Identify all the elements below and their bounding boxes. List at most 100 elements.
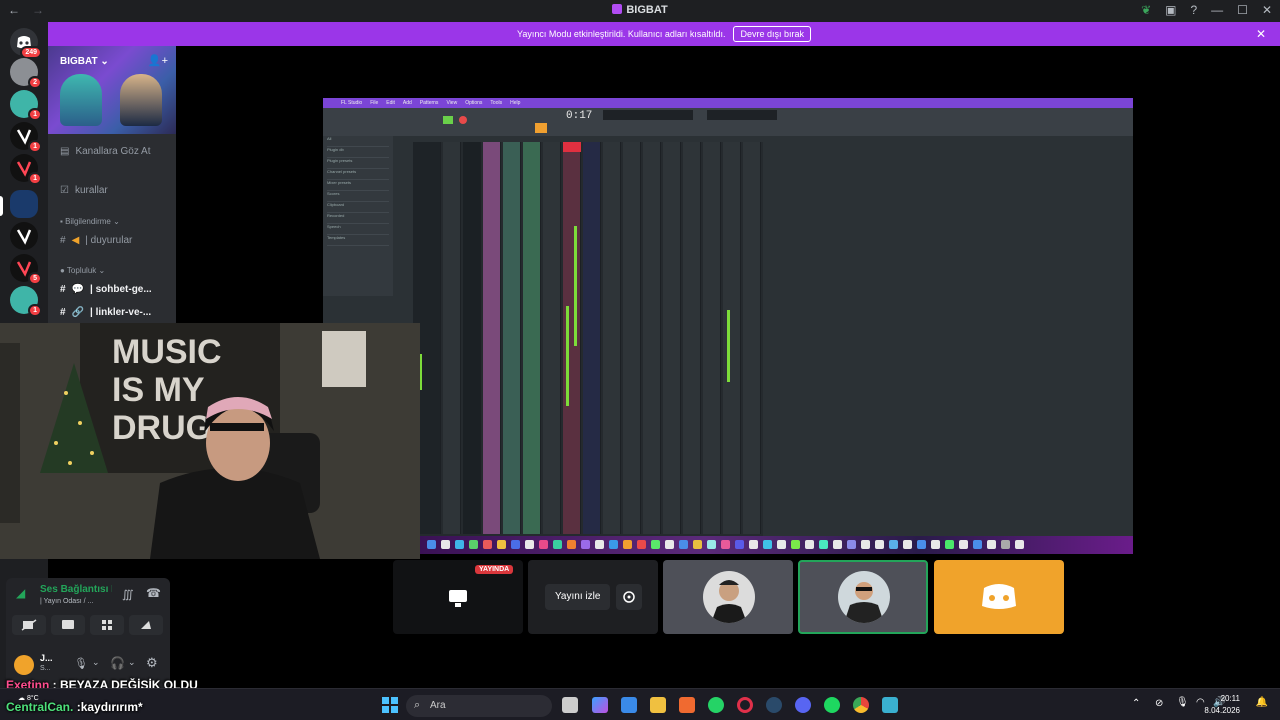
forward-arrow-icon[interactable]: → [32, 3, 44, 17]
notepad-icon[interactable] [882, 697, 898, 713]
disconnect-icon[interactable]: ☎ [146, 586, 161, 600]
camera-toggle-button[interactable] [12, 615, 46, 635]
spotify-icon[interactable] [824, 697, 840, 713]
back-arrow-icon[interactable]: ← [8, 3, 20, 17]
server-icon[interactable]: 1 [10, 154, 42, 185]
steam-icon[interactable] [766, 697, 782, 713]
mixer-strip [723, 142, 741, 534]
discord-taskbar-icon[interactable] [795, 697, 811, 713]
screen-share-tile[interactable]: YAYINDA [393, 560, 523, 634]
dock-app-icon [945, 540, 954, 549]
participant-tile-discord[interactable] [934, 560, 1064, 634]
server-icon-bigbat[interactable] [10, 190, 38, 218]
dock-app-icon [791, 540, 800, 549]
search-placeholder: Ara [430, 700, 446, 711]
store-icon[interactable] [621, 697, 637, 713]
nav-buttons: ← → [8, 3, 44, 17]
user-name[interactable]: J... [40, 653, 53, 663]
hash-icon: # [60, 284, 66, 295]
invite-people-icon[interactable]: 👤+ [148, 54, 168, 67]
server-icon[interactable]: 1 [10, 90, 42, 121]
screen-share-button[interactable] [51, 615, 85, 635]
task-view-icon[interactable] [562, 697, 578, 713]
microphone-tray-icon[interactable]: 🎙 [1176, 697, 1189, 708]
channel-duyurular[interactable]: # ◀ | duyurular [60, 235, 132, 246]
mac-dock [419, 536, 1133, 554]
dock-app-icon [623, 540, 632, 549]
microphone-icon[interactable]: 🎙 [74, 657, 88, 670]
chrome-icon[interactable] [853, 697, 869, 713]
voice-status[interactable]: Ses Bağlantısı Kuruldu [40, 584, 112, 595]
start-button[interactable] [382, 697, 398, 713]
headphones-icon[interactable]: 🎧 [110, 656, 125, 670]
screen-share-video[interactable]: FL Studio File Edit Add Patterns View Op… [323, 98, 1133, 554]
mixer-strip [503, 142, 521, 534]
whatsapp-icon[interactable] [708, 697, 724, 713]
fl-menu-item: Help [510, 100, 521, 106]
channel-label: Kanallara Göz At [75, 146, 151, 157]
taskbar-search[interactable]: ⌕ Ara [406, 695, 552, 717]
fl-record-button [459, 116, 467, 124]
activities-button[interactable] [90, 615, 124, 635]
chevron-down-icon: ⌄ [100, 56, 109, 67]
participant-tile-speaking[interactable] [798, 560, 928, 634]
fl-browser-item: Speech [327, 224, 389, 235]
dock-app-icon [973, 540, 982, 549]
svg-text:IS MY: IS MY [112, 371, 205, 409]
inbox-icon[interactable]: ▣ [1165, 3, 1176, 17]
screen-share-icon [62, 620, 74, 629]
notification-bell-icon[interactable]: 🔔 [1256, 697, 1268, 708]
fl-menu-item: File [370, 100, 379, 106]
direct-messages-button[interactable]: 249 [10, 28, 42, 59]
dock-app-icon [721, 540, 730, 549]
close-button[interactable]: ✕ [1262, 3, 1272, 17]
nitro-leaf-icon[interactable]: ❦ [1141, 3, 1151, 17]
copilot-icon[interactable] [592, 697, 608, 713]
dock-app-icon [875, 540, 884, 549]
minimize-button[interactable]: — [1211, 3, 1223, 17]
category-bilgilendirme[interactable]: ▪ Bilgilendirme ⌄ [60, 217, 120, 226]
maximize-button[interactable]: ☐ [1237, 3, 1248, 17]
file-explorer-icon[interactable] [650, 697, 666, 713]
chevron-down-icon[interactable]: ⌄ [92, 657, 100, 668]
participant-tile[interactable] [663, 560, 793, 634]
speech-bubble-icon: 💬 [71, 284, 85, 295]
chevron-down-icon[interactable]: ⌄ [128, 657, 136, 668]
window-controls: ❦ ▣ ? — ☐ ✕ [1141, 3, 1272, 17]
browse-channels-item[interactable]: ▤ Kanallara Göz At [60, 146, 151, 157]
participant-avatar [703, 571, 755, 623]
server-icon[interactable]: 5 [10, 254, 42, 285]
tray-app-icon[interactable]: ⊘ [1155, 698, 1163, 709]
refresh-stream-icon[interactable] [616, 584, 642, 610]
noise-suppression-icon[interactable]: ∭ [122, 588, 134, 601]
opera-icon[interactable] [737, 697, 753, 713]
dock-app-icon [679, 540, 688, 549]
category-topluluk[interactable]: ● Topluluk ⌄ [60, 266, 105, 275]
server-name[interactable]: BIGBAT ⌄ [60, 56, 109, 67]
brave-icon[interactable] [679, 697, 695, 713]
disable-streamer-mode-button[interactable]: Devre dışı bırak [733, 26, 811, 42]
stream-preview-tile[interactable]: Yayını izle [528, 560, 658, 634]
server-icon[interactable]: 1 [10, 286, 42, 317]
windows-logo-icon [382, 697, 398, 713]
banner-close-icon[interactable]: ✕ [1256, 27, 1266, 41]
voice-channel-name[interactable]: | Yayın Odası / ... [40, 598, 93, 605]
dock-app-icon [889, 540, 898, 549]
channel-linkler[interactable]: # 🔗 | linkler-ve-... [60, 307, 151, 318]
server-icon[interactable]: 1 [10, 122, 42, 153]
user-avatar[interactable] [14, 655, 34, 675]
server-banner[interactable]: BIGBAT ⌄ 👤+ [48, 46, 176, 134]
mixer-strip [483, 142, 501, 534]
clock[interactable]: 20:11 8.04.2026 [1204, 693, 1240, 717]
server-icon[interactable] [10, 222, 38, 250]
channel-kurallar[interactable]: ☑ kurallar [60, 185, 108, 196]
help-icon[interactable]: ? [1190, 3, 1197, 17]
tray-chevron-icon[interactable]: ⌃ [1132, 698, 1140, 709]
settings-gear-icon[interactable]: ⚙ [146, 655, 158, 671]
soundboard-button[interactable] [129, 615, 163, 635]
soundboard-icon [141, 621, 151, 629]
watch-stream-button[interactable]: Yayını izle [545, 584, 611, 610]
link-icon: 🔗 [71, 307, 85, 318]
server-icon[interactable]: 2 [10, 58, 42, 89]
channel-sohbet[interactable]: # 💬 | sohbet-ge... [60, 284, 152, 295]
